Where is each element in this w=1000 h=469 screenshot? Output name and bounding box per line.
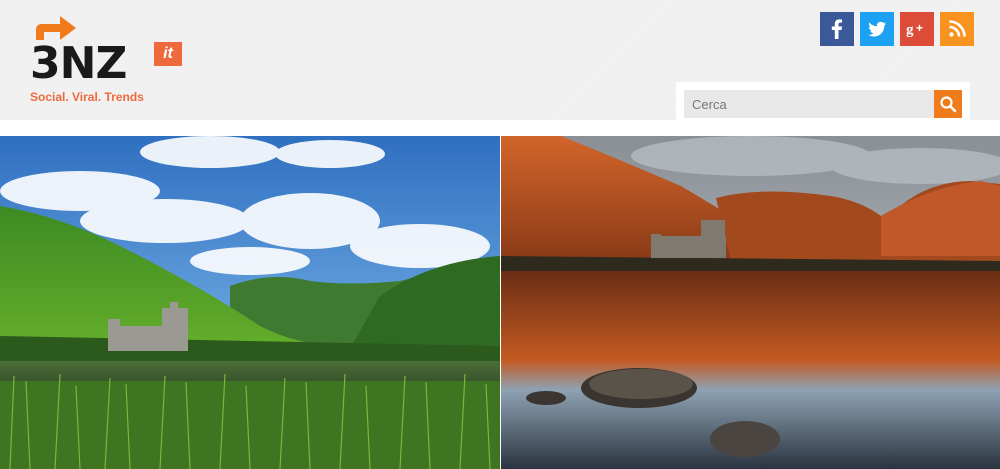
facebook-button[interactable]: [820, 12, 854, 46]
social-links: g +: [820, 12, 974, 46]
twitter-button[interactable]: [860, 12, 894, 46]
google-plus-button[interactable]: g +: [900, 12, 934, 46]
twitter-icon: [860, 12, 894, 46]
landscape-photo-icon: [501, 136, 1000, 469]
svg-text:g: g: [906, 22, 914, 38]
rss-icon: [940, 12, 974, 46]
google-plus-icon: g +: [900, 12, 934, 46]
search-box: [676, 82, 970, 120]
site-logo[interactable]: 3NZ it Social. Viral. Trends: [30, 14, 190, 106]
logo-wordmark: 3NZ: [30, 38, 127, 89]
search-icon: [940, 96, 957, 113]
logo-tld-badge: it: [154, 42, 182, 66]
landscape-photo-icon: [0, 136, 500, 469]
facebook-icon: [820, 12, 854, 46]
hero-image-right[interactable]: [501, 136, 1000, 469]
logo-tagline: Social. Viral. Trends: [30, 90, 144, 104]
site-header: 3NZ it Social. Viral. Trends g +: [0, 0, 1000, 120]
svg-text:+: +: [916, 21, 923, 35]
rss-button[interactable]: [940, 12, 974, 46]
hero-banner: [0, 136, 1000, 469]
search-input[interactable]: [684, 90, 934, 118]
hero-image-left[interactable]: [0, 136, 500, 469]
search-button[interactable]: [934, 90, 962, 118]
